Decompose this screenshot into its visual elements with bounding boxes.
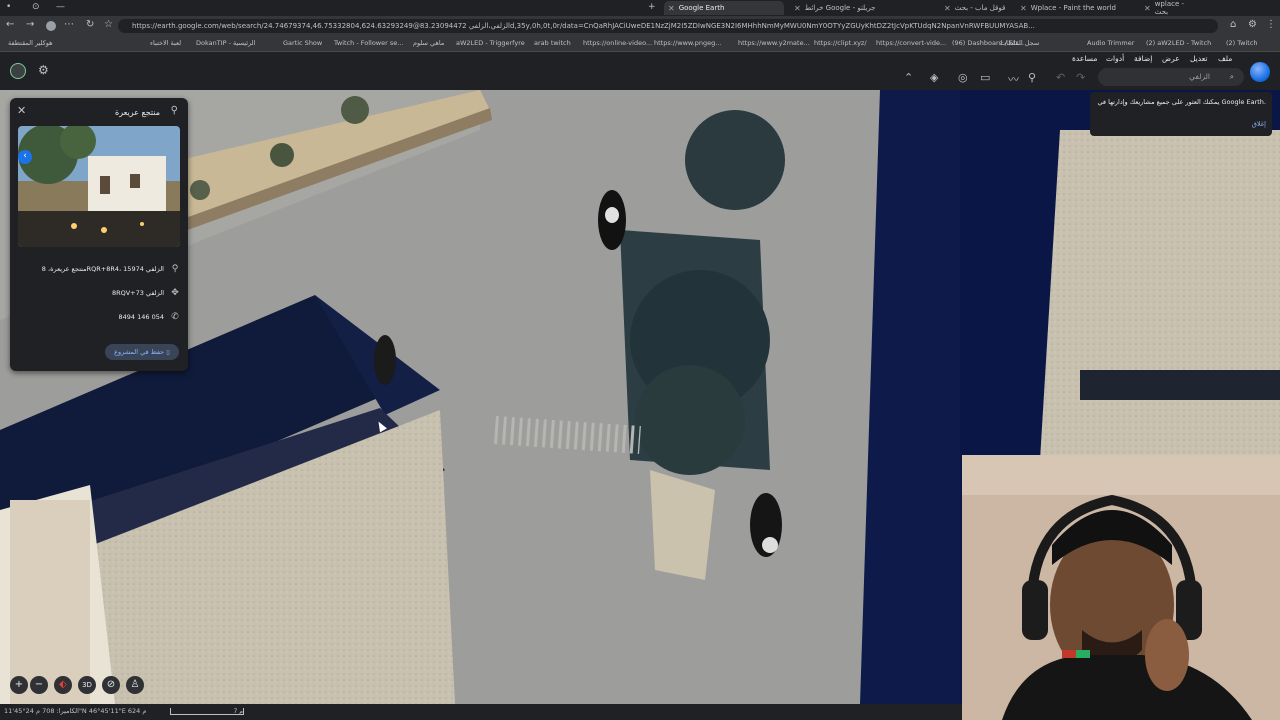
ruler-icon[interactable]: ▭ <box>980 71 990 84</box>
browser-tab-strip: • ⊙ — ✕ wplace - بحث ✕ Wplace - Paint th… <box>0 0 1280 16</box>
back-icon[interactable]: ← <box>6 19 14 30</box>
bookmarks-bar: هوكلير المقتطفة لعبة الاختباء DokanTIP -… <box>0 36 1280 52</box>
settings-icon[interactable]: ⚙ <box>1248 19 1257 30</box>
gear-icon[interactable]: ⚙ <box>38 63 49 77</box>
bookmark-item[interactable]: https://www.pngeg... <box>654 39 721 47</box>
status-bar: الكاميرا: 708 م 24°45'11"N 46°45'11"E 62… <box>0 704 962 720</box>
profile-icon[interactable] <box>46 21 56 31</box>
toast-close-button[interactable]: إغلاق <box>1252 120 1266 128</box>
close-tab-icon[interactable]: ✕ <box>1020 4 1027 13</box>
bookmark-item[interactable]: https://www.y2mate... <box>738 39 810 47</box>
home-icon[interactable]: ⌂ <box>1230 19 1236 30</box>
bookmark-item[interactable]: https://convert-vide... <box>876 39 946 47</box>
close-icon[interactable]: ✕ <box>17 104 26 117</box>
bookmark-item[interactable]: DokanTIP - الرئيسية <box>196 39 255 47</box>
compass-icon[interactable]: ⬖ <box>54 676 72 694</box>
place-title: منتجع عريعرة <box>115 108 160 117</box>
chevron-left-icon[interactable]: ‹ <box>18 150 32 164</box>
plus-code-row: 8RQV+73 الزلفي ✥ <box>111 288 179 298</box>
bookmark-item[interactable]: Twitch - Follower se... <box>334 39 403 47</box>
window-menu-icon[interactable]: • <box>6 2 11 12</box>
tab-google-maps-search[interactable]: ✕ قوقل ماب - بحث <box>940 1 1012 15</box>
bookmark-icon: ▯ <box>166 348 170 356</box>
menu-icon[interactable]: ⋮ <box>1266 19 1276 30</box>
plus-code-icon: ✥ <box>171 288 179 298</box>
close-tab-icon[interactable]: ✕ <box>794 4 801 13</box>
bookmark-item[interactable]: arab twitch <box>534 39 571 47</box>
camera-coordinates: الكاميرا: 708 م 24°45'11"N 46°45'11"E 62… <box>4 707 147 715</box>
menu-view[interactable]: عرض <box>1162 54 1180 63</box>
location-pin-icon: ⚲ <box>171 264 179 274</box>
menu-tools[interactable]: أدوات <box>1106 54 1124 63</box>
3d-toggle-button[interactable]: 3D <box>78 676 96 694</box>
close-tab-icon[interactable]: ✕ <box>1144 4 1151 13</box>
phone-row[interactable]: 8494 146 054 ✆ <box>119 312 181 322</box>
bookmark-item[interactable]: https://online-video... <box>583 39 652 47</box>
tab-wplace-search[interactable]: ✕ wplace - بحث <box>1140 0 1196 16</box>
bookmark-item[interactable]: هوكلير المقتطفة <box>8 39 53 47</box>
bookmark-star-icon[interactable]: ☆ <box>104 19 113 30</box>
collapse-icon[interactable]: ⌃ <box>904 71 913 84</box>
tab-google-maps[interactable]: ✕ خرائط Google - جريلتو <box>790 1 930 15</box>
path-icon[interactable]: 〰 <box>1008 71 1019 87</box>
tab-google-earth[interactable]: ✕ Google Earth <box>664 1 784 15</box>
menu-add[interactable]: إضافة <box>1134 54 1152 63</box>
search-input[interactable]: الزلفي ⌕ <box>1098 68 1244 86</box>
projects-toast: يمكنك العثور على جميع مشاريعك وإدارتها ف… <box>1090 92 1272 136</box>
forward-icon[interactable]: → <box>26 19 34 30</box>
new-tab-icon[interactable]: + <box>648 2 656 12</box>
place-pin-icon: ⚲ <box>170 105 178 116</box>
bookmark-item[interactable]: لعبة الاختباء <box>150 39 181 47</box>
close-tab-icon[interactable]: ✕ <box>944 4 951 13</box>
scale-bar: 7 م <box>170 708 244 715</box>
redo-icon[interactable]: ↷ <box>1076 71 1085 84</box>
menu-file[interactable]: ملف <box>1218 54 1232 63</box>
timelapse-icon[interactable]: ◎ <box>958 71 968 84</box>
bookmark-item[interactable]: سجل الفلطات <box>1000 39 1039 47</box>
reload-icon[interactable]: ↻ <box>86 19 94 30</box>
address-bar: ← → ⋯ ↻ ☆ https://earth.google.com/web/s… <box>0 16 1280 36</box>
tab-search-icon[interactable]: ⊙ <box>32 2 40 12</box>
bookmark-item[interactable]: aW2LED - Triggerfyre <box>456 39 525 47</box>
place-photo[interactable] <box>18 126 180 247</box>
bookmark-item[interactable]: (2) aW2LED - Twitch <box>1146 39 1211 47</box>
webcam-overlay <box>962 455 1280 720</box>
menu-edit[interactable]: تعديل <box>1190 54 1207 63</box>
placemark-icon[interactable]: ⚲ <box>1028 71 1036 84</box>
bookmark-item[interactable]: ماهي سلوم <box>413 39 444 47</box>
phone-icon: ✆ <box>171 312 179 322</box>
url-input[interactable]: https://earth.google.com/web/search/24.7… <box>118 19 1218 33</box>
search-icon[interactable]: ⌕ <box>1230 68 1234 86</box>
tab-wplace[interactable]: ✕ Wplace - Paint the world <box>1016 1 1136 15</box>
place-info-panel: ✕ منتجع عريعرة ⚲ ‹ منتجع عريعرة، 8RQR+8R… <box>10 98 188 371</box>
zoom-out-button[interactable]: − <box>30 676 48 694</box>
bookmark-item[interactable]: Audio Trimmer <box>1087 39 1134 47</box>
address-row: منتجع عريعرة، 8RQR+8R4، الزلفي 15974 ⚲ <box>41 264 179 274</box>
menu-help[interactable]: مساعدة <box>1072 54 1097 63</box>
bookmark-item[interactable]: https://clipt.xyz/ <box>814 39 867 47</box>
extensions-icon[interactable]: ⋯ <box>64 19 74 30</box>
bookmark-item[interactable]: Gartic Show <box>283 39 322 47</box>
undo-icon[interactable]: ↶ <box>1056 71 1065 84</box>
hide-icon[interactable]: ⊘ <box>102 676 120 694</box>
zoom-in-button[interactable]: + <box>10 676 28 694</box>
earth-toolbar: ملف تعديل عرض إضافة أدوات مساعدة ⌃ ◈ ◎ ▭… <box>0 52 1280 90</box>
globe-icon[interactable] <box>1250 62 1270 82</box>
minimize-icon[interactable]: — <box>56 2 65 12</box>
save-to-project-button[interactable]: حفظ في المشروع ▯ <box>105 344 179 360</box>
avatar[interactable] <box>10 63 26 79</box>
pegman-icon[interactable]: ♙ <box>126 676 144 694</box>
bookmark-item[interactable]: (2) Twitch <box>1226 39 1258 47</box>
layers-icon[interactable]: ◈ <box>930 71 938 84</box>
close-tab-icon[interactable]: ✕ <box>668 4 675 13</box>
